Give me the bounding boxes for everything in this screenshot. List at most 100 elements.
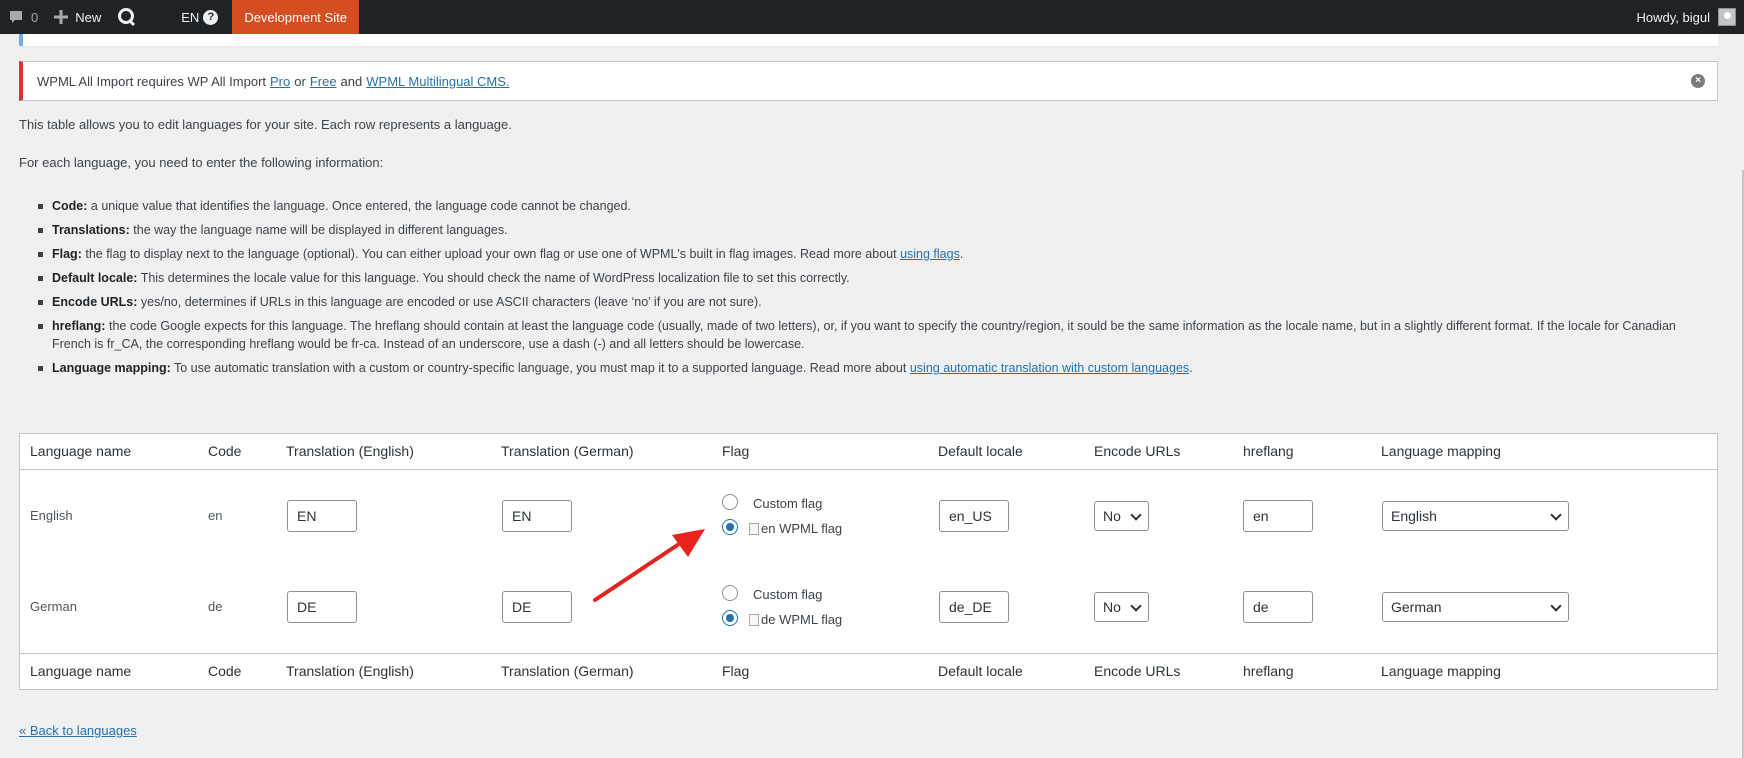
col-language-name: Language name bbox=[30, 663, 132, 679]
translation-de-input[interactable] bbox=[502, 591, 572, 623]
plus-icon bbox=[54, 10, 69, 24]
custom-flag-label: Custom flag bbox=[753, 587, 823, 602]
custom-flag-label: Custom flag bbox=[753, 496, 823, 511]
account-menu[interactable]: Howdy, bigul bbox=[1629, 0, 1744, 34]
language-mapping-value: English bbox=[1391, 508, 1437, 524]
col-language-mapping: Language mapping bbox=[1381, 443, 1501, 459]
field-term: Encode URLs: bbox=[52, 295, 138, 309]
list-item: hreflang: the code Google expects for th… bbox=[38, 317, 1712, 353]
encode-urls-select[interactable]: No bbox=[1094, 592, 1149, 622]
translation-en-input[interactable] bbox=[287, 591, 357, 623]
field-desc: To use automatic translation with a cust… bbox=[174, 361, 907, 375]
language-name: German bbox=[30, 599, 77, 614]
chevron-down-icon bbox=[1130, 600, 1142, 612]
field-desc: the code Google expects for this languag… bbox=[52, 319, 1676, 351]
howdy-text: Howdy, bigul bbox=[1636, 9, 1710, 25]
chevron-down-icon bbox=[1130, 509, 1142, 521]
flag-image: de WPML flag bbox=[749, 612, 842, 627]
encode-urls-value: No bbox=[1103, 508, 1121, 524]
pro-link[interactable]: Pro bbox=[270, 74, 290, 89]
language-mapping-select[interactable]: English bbox=[1382, 501, 1569, 531]
field-term: Flag: bbox=[52, 247, 82, 261]
using-flags-link[interactable]: using flags bbox=[900, 247, 960, 261]
languages-table: Language name Code Translation (English)… bbox=[19, 433, 1718, 690]
encode-urls-select[interactable]: No bbox=[1094, 501, 1149, 531]
wpml-cms-link[interactable]: WPML Multilingual CMS. bbox=[366, 74, 509, 89]
translation-de-input[interactable] bbox=[502, 500, 572, 532]
locale-input[interactable] bbox=[939, 591, 1009, 623]
col-default-locale: Default locale bbox=[938, 443, 1023, 459]
intro-line-1: This table allows you to edit languages … bbox=[19, 117, 512, 132]
locale-input[interactable] bbox=[939, 500, 1009, 532]
field-desc: yes/no, determines if URLs in this langu… bbox=[140, 295, 762, 309]
field-term: Code: bbox=[52, 199, 88, 213]
language-label: EN bbox=[181, 9, 200, 25]
list-item: Language mapping: To use automatic trans… bbox=[38, 359, 1712, 377]
table-footer: Language name Code Translation (English)… bbox=[20, 653, 1717, 689]
list-item: Encode URLs: yes/no, determines if URLs … bbox=[38, 293, 1712, 311]
info-notice-remnant bbox=[19, 34, 1718, 46]
field-desc: the way the language name will be displa… bbox=[133, 223, 508, 237]
avatar bbox=[1718, 8, 1736, 26]
translation-en-input[interactable] bbox=[287, 500, 357, 532]
col-translation-en: Translation (English) bbox=[286, 443, 414, 459]
error-notice: WPML All Import requires WP All Import P… bbox=[19, 61, 1718, 101]
flag-alt-text: en WPML flag bbox=[761, 521, 843, 536]
back-to-languages-link[interactable]: « Back to languages bbox=[19, 723, 137, 738]
col-encode-urls: Encode URLs bbox=[1094, 443, 1181, 459]
col-code: Code bbox=[208, 443, 242, 459]
language-mapping-select[interactable]: German bbox=[1382, 592, 1569, 622]
custom-flag-radio[interactable] bbox=[722, 585, 738, 601]
language-mapping-value: German bbox=[1391, 599, 1442, 615]
col-encode-urls: Encode URLs bbox=[1094, 663, 1181, 679]
flag-image: en WPML flag bbox=[749, 521, 842, 536]
field-term: Default locale: bbox=[52, 271, 138, 285]
field-desc: a unique value that identifies the langu… bbox=[90, 199, 631, 213]
dismiss-icon[interactable]: × bbox=[1691, 74, 1705, 88]
field-after: . bbox=[959, 247, 964, 261]
field-desc: This determines the locale value for thi… bbox=[140, 271, 850, 285]
language-code: en bbox=[208, 508, 223, 523]
intro-line-2: For each language, you need to enter the… bbox=[19, 155, 384, 170]
col-translation-de: Translation (German) bbox=[501, 663, 634, 679]
hreflang-input[interactable] bbox=[1243, 591, 1313, 623]
wpml-flag-radio[interactable] bbox=[722, 519, 738, 535]
custom-flag-radio[interactable] bbox=[722, 494, 738, 510]
hreflang-input[interactable] bbox=[1243, 500, 1313, 532]
field-after: . bbox=[1189, 361, 1193, 375]
encode-urls-value: No bbox=[1103, 599, 1121, 615]
col-code: Code bbox=[208, 663, 242, 679]
list-item: Code: a unique value that identifies the… bbox=[38, 197, 1712, 215]
new-label: New bbox=[75, 9, 102, 25]
language-code: de bbox=[208, 599, 223, 614]
list-item: Flag: the flag to display next to the la… bbox=[38, 245, 1712, 263]
help-icon[interactable]: ? bbox=[203, 9, 219, 25]
comments-menu[interactable]: 0 bbox=[0, 0, 46, 34]
comment-icon bbox=[10, 11, 22, 23]
col-hreflang: hreflang bbox=[1243, 663, 1294, 679]
query-icon bbox=[118, 8, 136, 27]
list-item: Default locale: This determines the loca… bbox=[38, 269, 1712, 287]
language-switcher[interactable]: EN ? bbox=[173, 0, 226, 34]
col-language-name: Language name bbox=[30, 443, 132, 459]
col-flag: Flag bbox=[722, 443, 750, 459]
notice-text-and: and bbox=[340, 73, 363, 89]
comments-count: 0 bbox=[31, 9, 39, 25]
language-name: English bbox=[30, 508, 73, 523]
field-desc: the flag to display next to the language… bbox=[85, 247, 897, 261]
dev-site-badge[interactable]: Development Site bbox=[232, 0, 359, 34]
wpml-flag-radio[interactable] bbox=[722, 610, 738, 626]
broken-image-icon bbox=[749, 523, 759, 535]
new-content-menu[interactable]: New bbox=[46, 0, 109, 34]
table-header: Language name Code Translation (English)… bbox=[20, 434, 1717, 470]
admin-bar: 0 New EN ? Development Site Howdy, bigul bbox=[0, 0, 1744, 34]
col-hreflang: hreflang bbox=[1243, 443, 1294, 459]
notice-text-start: WPML All Import requires WP All Import bbox=[37, 73, 267, 89]
list-item: Translations: the way the language name … bbox=[38, 221, 1712, 239]
auto-translation-link[interactable]: using automatic translation with custom … bbox=[910, 361, 1189, 375]
col-language-mapping: Language mapping bbox=[1381, 663, 1501, 679]
col-translation-de: Translation (German) bbox=[501, 443, 634, 459]
query-monitor-menu[interactable] bbox=[109, 0, 163, 34]
free-link[interactable]: Free bbox=[310, 74, 337, 89]
flag-alt-text: de WPML flag bbox=[761, 612, 843, 627]
